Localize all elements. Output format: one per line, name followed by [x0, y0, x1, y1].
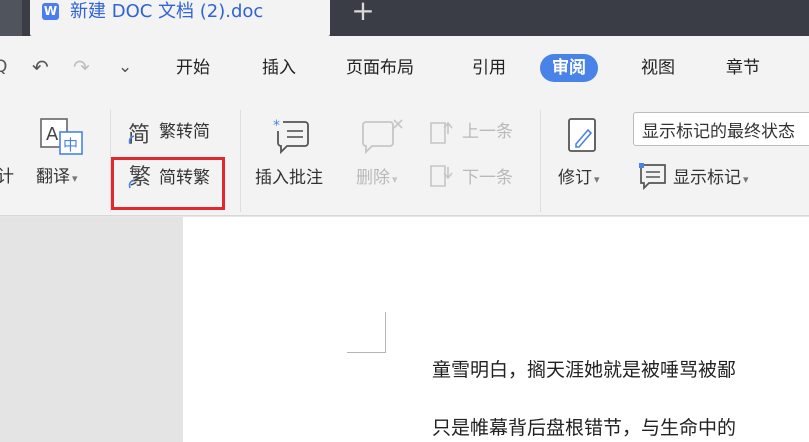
translate-button[interactable]: 翻译 ▾ [36, 165, 78, 191]
show-markup-button[interactable]: 显示标记 ▾ [673, 166, 749, 192]
delete-comment-button: 删除 ▾ [356, 166, 398, 192]
menu-bar: Q ↶ ↷ ⌄ 开始 插入 页面布局 引用 审阅 视图 章节 [0, 36, 809, 100]
insert-comment-icon[interactable]: * [273, 118, 315, 156]
word-count-button-label[interactable]: 计 [0, 165, 14, 189]
traditional-to-simplified-icon[interactable]: 简 [126, 118, 156, 148]
delete-comment-icon [362, 119, 403, 155]
page-margin-corner-mark [347, 352, 386, 353]
chevron-down-icon: ▾ [392, 173, 398, 186]
menu-insert[interactable]: 插入 [262, 54, 296, 82]
chevron-down-icon: ▾ [72, 172, 78, 185]
previous-comment-icon [430, 121, 453, 144]
chevron-down-icon: ▾ [743, 173, 749, 186]
svg-text:A: A [46, 124, 59, 145]
insert-comment-button[interactable]: 插入批注 [255, 166, 323, 190]
svg-text:*: * [273, 118, 280, 134]
delete-label: 删除 [356, 168, 390, 188]
previous-tab-stub[interactable] [0, 0, 22, 36]
next-comment-icon [430, 165, 453, 187]
translate-icon[interactable]: A 中 [40, 118, 84, 156]
svg-text:中: 中 [63, 136, 78, 154]
title-bar: W 新建 DOC 文档 (2).doc + [0, 0, 809, 36]
traditional-to-simplified-button[interactable]: 繁转简 [159, 120, 210, 144]
translate-label: 翻译 [36, 167, 70, 187]
ribbon-separator [240, 110, 241, 212]
next-comment-button: 下一条 [462, 168, 513, 188]
display-mode-value: 显示标记的最终状态 [642, 122, 795, 142]
menu-review[interactable]: 审阅 [540, 54, 598, 82]
menu-home[interactable]: 开始 [176, 54, 210, 82]
menu-chapter[interactable]: 章节 [726, 54, 760, 82]
menu-references[interactable]: 引用 [472, 54, 506, 82]
show-markup-label: 显示标记 [673, 168, 741, 188]
show-markup-icon[interactable] [638, 162, 668, 190]
ribbon-separator [540, 110, 541, 212]
new-tab-button[interactable]: + [350, 0, 376, 25]
menu-page-layout[interactable]: 页面布局 [346, 54, 414, 82]
red-highlight-box [111, 157, 225, 210]
page-margin-corner-mark [385, 312, 386, 353]
track-changes-label: 修订 [558, 168, 592, 188]
previous-comment-button: 上一条 [462, 122, 513, 142]
document-page[interactable] [183, 217, 809, 442]
quick-access-more-icon[interactable]: ⌄ [118, 54, 132, 80]
document-tab[interactable]: W 新建 DOC 文档 (2).doc [30, 0, 330, 36]
print-preview-icon[interactable]: Q [0, 54, 7, 80]
document-text-line[interactable]: 只是帷幕背后盘根错节，与生命中的 [432, 414, 736, 442]
undo-icon[interactable]: ↶ [32, 54, 49, 80]
redo-icon[interactable]: ↷ [73, 54, 90, 80]
document-text-line[interactable]: 童雪明白，搁天涯她就是被唾骂被鄙 [432, 356, 736, 384]
display-mode-select[interactable]: 显示标记的最终状态 [633, 112, 809, 146]
wps-writer-icon: W [42, 3, 59, 20]
chevron-down-icon: ▾ [594, 173, 600, 186]
menu-view[interactable]: 视图 [641, 54, 675, 82]
track-changes-icon[interactable] [566, 116, 602, 156]
svg-text:简: 简 [128, 123, 150, 148]
document-tab-title: 新建 DOC 文档 (2).doc [70, 1, 264, 22]
track-changes-button[interactable]: 修订 ▾ [558, 166, 600, 192]
